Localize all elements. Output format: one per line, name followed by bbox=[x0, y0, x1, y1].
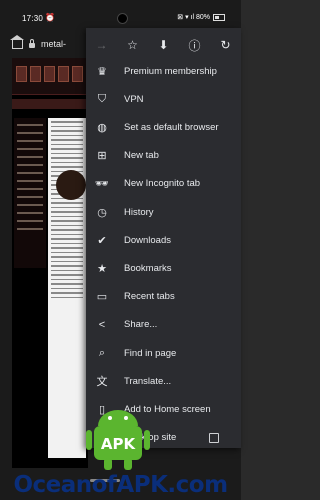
history-icon: ◷ bbox=[97, 206, 107, 219]
menu-item-label: Translate... bbox=[124, 375, 172, 387]
menu-item-vpn[interactable]: ⛉ VPN bbox=[86, 86, 241, 112]
recent-tabs-icon: ▭ bbox=[96, 291, 108, 304]
web-page-content bbox=[12, 58, 88, 468]
menu-item-new-tab[interactable]: ⊞ New tab bbox=[86, 143, 241, 169]
find-icon: ⌕ bbox=[98, 346, 106, 359]
incognito-icon: 🕶 bbox=[95, 178, 109, 191]
menu-item-new-incognito-tab[interactable]: 🕶 New Incognito tab bbox=[86, 171, 241, 197]
menu-item-label: Set as default browser bbox=[124, 121, 219, 133]
translate-icon: 文 bbox=[96, 376, 108, 389]
battery-icon bbox=[213, 13, 225, 21]
status-right-icons: ⊠ ▾ ıl 80% bbox=[177, 14, 210, 21]
crown-icon: ♛ bbox=[97, 65, 107, 78]
menu-item-label: Share... bbox=[124, 319, 158, 331]
menu-toolbar: → ☆ ⬇ ⓘ ↻ bbox=[86, 28, 241, 62]
header-banner-block bbox=[72, 66, 83, 82]
status-bar: 17:30 ⏰ ⊠ ▾ ıl 80% bbox=[0, 10, 241, 28]
menu-item-label: Find in page bbox=[124, 347, 177, 359]
phone-screen: 17:30 ⏰ ⊠ ▾ ıl 80% metal- → ☆ ⬇ ⓘ ↻ ♛ Pr… bbox=[0, 0, 241, 500]
site-nav bbox=[12, 99, 88, 109]
header-banner-block bbox=[16, 66, 27, 82]
menu-item-bookmarks[interactable]: ★ Bookmarks bbox=[86, 255, 241, 281]
menu-item-label: Recent tabs bbox=[124, 291, 175, 303]
menu-item-label: Premium membership bbox=[124, 65, 217, 77]
menu-item-history[interactable]: ◷ History bbox=[86, 199, 241, 225]
watermark-text: OceanofAPK.com bbox=[13, 472, 228, 498]
apk-badge-text: APK bbox=[101, 435, 137, 453]
star-icon: ★ bbox=[97, 262, 107, 275]
site-logo-background bbox=[56, 170, 86, 200]
status-time: 17:30 bbox=[22, 14, 44, 23]
reload-button[interactable]: ↻ bbox=[210, 28, 241, 62]
menu-item-downloads[interactable]: ✔ Downloads bbox=[86, 227, 241, 253]
menu-item-label: History bbox=[124, 206, 154, 218]
menu-item-set-as-default-browser[interactable]: ◍ Set as default browser bbox=[86, 114, 241, 140]
alarm-icon: ⏰ bbox=[45, 13, 55, 22]
status-icons: ⊠ ▾ ıl 80% bbox=[177, 13, 225, 21]
shield-icon: ⛉ bbox=[97, 92, 107, 105]
home-icon[interactable] bbox=[10, 34, 24, 49]
menu-item-find-in-page[interactable]: ⌕ Find in page bbox=[86, 340, 241, 366]
bookmark-star-button[interactable]: ☆ bbox=[117, 28, 148, 62]
globe-icon: ◍ bbox=[97, 121, 107, 134]
menu-item-label: New Incognito tab bbox=[124, 178, 201, 190]
site-article bbox=[48, 118, 86, 458]
site-header bbox=[12, 58, 88, 95]
header-banner-block bbox=[30, 66, 41, 82]
menu-item-label: New tab bbox=[124, 150, 159, 162]
menu-item-share[interactable]: < Share... bbox=[86, 312, 241, 338]
menu-item-label: VPN bbox=[124, 93, 144, 105]
page-info-button[interactable]: ⓘ bbox=[179, 28, 210, 62]
header-banner-block bbox=[58, 66, 69, 82]
lock-icon[interactable] bbox=[29, 38, 35, 48]
header-banner-block bbox=[44, 66, 55, 82]
url-text[interactable]: metal- bbox=[41, 39, 66, 49]
front-camera bbox=[117, 13, 128, 24]
menu-item-translate[interactable]: 文 Translate... bbox=[86, 368, 241, 394]
plus-box-icon: ⊞ bbox=[97, 150, 107, 163]
menu-item-recent-tabs[interactable]: ▭ Recent tabs bbox=[86, 284, 241, 310]
share-icon: < bbox=[98, 318, 106, 331]
menu-item-label: Downloads bbox=[124, 234, 171, 246]
url-bar[interactable]: metal- bbox=[10, 34, 88, 54]
browser-overflow-menu: → ☆ ⬇ ⓘ ↻ ♛ Premium membership ⛉ VPN ◍ Set as def… bbox=[86, 28, 241, 448]
site-sidebar bbox=[14, 118, 46, 268]
desktop-site-checkbox[interactable] bbox=[209, 432, 219, 443]
download-button[interactable]: ⬇ bbox=[148, 28, 179, 62]
forward-button[interactable]: → bbox=[86, 28, 117, 62]
menu-item-premium-membership[interactable]: ♛ Premium membership bbox=[86, 58, 241, 84]
apk-android-logo: APK bbox=[86, 410, 150, 470]
menu-item-label: Bookmarks bbox=[124, 262, 172, 274]
download-check-icon: ✔ bbox=[97, 234, 107, 247]
